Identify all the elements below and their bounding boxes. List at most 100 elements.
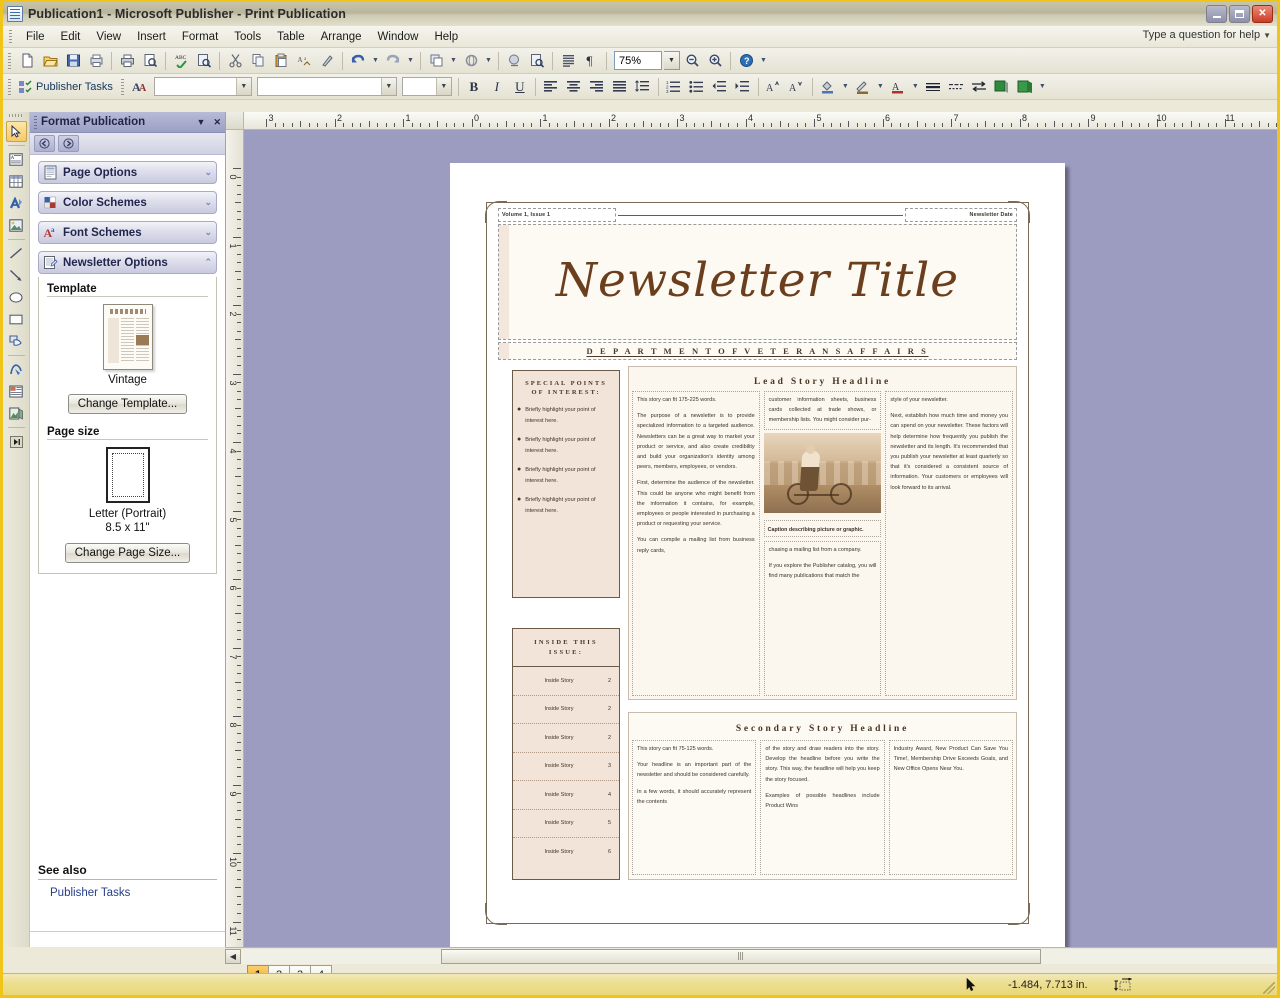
insert-dropdown-icon[interactable]: ▼: [448, 50, 459, 72]
justify-icon[interactable]: [609, 76, 631, 98]
zoom-input[interactable]: 75%: [614, 51, 662, 70]
autoshapes-icon[interactable]: [6, 331, 27, 352]
change-page-size-button[interactable]: Change Page Size...: [64, 543, 191, 563]
menu-format[interactable]: Format: [174, 28, 226, 46]
3d-style-icon[interactable]: [1014, 76, 1036, 98]
toolbar-grip[interactable]: [8, 78, 11, 95]
chevron-up-icon[interactable]: ⌃: [204, 257, 212, 268]
section-font-schemes[interactable]: Aa Font Schemes ⌄: [38, 221, 217, 244]
design-checker-icon[interactable]: [503, 50, 525, 72]
menu-arrange[interactable]: Arrange: [313, 28, 370, 46]
menu-tools[interactable]: Tools: [226, 28, 269, 46]
zoom-dropdown-icon[interactable]: ▼: [664, 51, 680, 70]
special-paste-icon[interactable]: Aa: [293, 50, 315, 72]
ask-a-question-box[interactable]: Type a question for help ▼: [1143, 29, 1271, 41]
picture-frame-icon[interactable]: [6, 215, 27, 236]
shrink-font-icon[interactable]: A: [786, 76, 808, 98]
forward-icon[interactable]: [58, 135, 79, 152]
publisher-tasks-button[interactable]: Publisher Tasks: [16, 76, 119, 98]
format-painter-icon[interactable]: [316, 50, 338, 72]
arrow-icon[interactable]: [6, 265, 27, 286]
toolbar-options-icon[interactable]: ▼: [758, 50, 769, 72]
numbered-list-icon[interactable]: 123: [663, 76, 685, 98]
section-page-options[interactable]: Page Options ⌄: [38, 161, 217, 184]
scroll-left-icon[interactable]: ◀: [225, 948, 241, 964]
chevron-down-icon[interactable]: ▼: [193, 117, 210, 127]
maximize-button[interactable]: [1229, 5, 1250, 23]
design-gallery-icon[interactable]: [6, 403, 27, 424]
menu-insert[interactable]: Insert: [129, 28, 174, 46]
paragraph-marks-icon[interactable]: ¶: [580, 50, 602, 72]
task-pane-grip[interactable]: [34, 115, 37, 129]
align-center-icon[interactable]: [563, 76, 585, 98]
photo-caption-box[interactable]: Caption describing picture or graphic.: [763, 519, 882, 537]
line-color-dropdown-icon[interactable]: ▼: [875, 76, 886, 98]
hyperlink-dropdown-icon[interactable]: ▼: [483, 50, 494, 72]
new-icon[interactable]: [16, 50, 38, 72]
preview-icon[interactable]: [139, 50, 161, 72]
lead-story-column-1[interactable]: This story can fit 175-225 words. The pu…: [632, 391, 760, 696]
document-canvas[interactable]: Volume 1, Issue 1 Newsletter Date Newsle…: [244, 130, 1277, 947]
arrow-style-icon[interactable]: [968, 76, 990, 98]
redo-icon[interactable]: [382, 50, 404, 72]
fill-color-dropdown-icon[interactable]: ▼: [840, 76, 851, 98]
template-thumbnail-icon[interactable]: [102, 304, 153, 370]
research-icon[interactable]: [193, 50, 215, 72]
decrease-indent-icon[interactable]: [709, 76, 731, 98]
redo-dropdown-icon[interactable]: ▼: [405, 50, 416, 72]
see-also-link-publisher-tasks[interactable]: Publisher Tasks: [38, 880, 217, 899]
zoom-out-icon[interactable]: [681, 50, 703, 72]
align-right-icon[interactable]: [586, 76, 608, 98]
line-style-icon[interactable]: [922, 76, 944, 98]
bulleted-list-icon[interactable]: [686, 76, 708, 98]
style-combo[interactable]: ▼: [153, 77, 252, 96]
font-color-icon[interactable]: A: [887, 76, 909, 98]
close-icon[interactable]: ✕: [209, 117, 225, 128]
font-combo[interactable]: ▼: [256, 77, 397, 96]
secondary-story-box[interactable]: Secondary Story Headline This story can …: [628, 712, 1017, 880]
lead-story-col2-bottom-textbox[interactable]: chasing a mailing list from a company. I…: [763, 540, 882, 696]
horizontal-ruler-strip[interactable]: 3 2 1 0 1 2 3 4 5 6 7 8 9 10 11: [244, 112, 1277, 129]
underline-icon[interactable]: U: [509, 76, 531, 98]
scroll-thumb[interactable]: [441, 948, 1041, 964]
newsletter-title-box[interactable]: Newsletter Title: [498, 224, 1017, 340]
publication-page[interactable]: Volume 1, Issue 1 Newsletter Date Newsle…: [450, 163, 1065, 947]
find-icon[interactable]: [526, 50, 548, 72]
help-icon[interactable]: ?: [735, 50, 757, 72]
more-buttons-icon[interactable]: [6, 431, 27, 452]
font-size-combo[interactable]: ▼: [401, 77, 452, 96]
italic-icon[interactable]: I: [486, 76, 508, 98]
toolbar-options-icon[interactable]: ▼: [1037, 76, 1048, 98]
print-preview-icon[interactable]: [85, 50, 107, 72]
line-spacing-icon[interactable]: [632, 76, 654, 98]
scroll-track[interactable]: [241, 948, 1277, 964]
inside-this-issue-box[interactable]: INSIDE THIS ISSUE: Inside Story 2 Inside…: [512, 628, 620, 880]
insert-table-icon[interactable]: [6, 171, 27, 192]
department-box[interactable]: D E P A R T M E N T O F V E T E R A N S …: [498, 342, 1017, 360]
chevron-down-icon[interactable]: ⌄: [204, 197, 212, 208]
fill-color-icon[interactable]: [817, 76, 839, 98]
sepia-bicycle-photo[interactable]: [763, 432, 882, 513]
paste-icon[interactable]: [270, 50, 292, 72]
secondary-story-column-3[interactable]: Industry Award, New Product Can Save You…: [888, 740, 1013, 875]
dash-style-icon[interactable]: [945, 76, 967, 98]
menu-grip[interactable]: [9, 29, 12, 44]
increase-indent-icon[interactable]: [732, 76, 754, 98]
chevron-down-icon[interactable]: ▼: [435, 78, 451, 95]
horizontal-scrollbar[interactable]: ◀: [225, 947, 1277, 964]
align-left-icon[interactable]: [540, 76, 562, 98]
insert-icon[interactable]: [425, 50, 447, 72]
vertical-ruler[interactable]: 0 1 2 3 4 5 6 7 8 9 10 11: [226, 130, 244, 947]
save-icon[interactable]: [62, 50, 84, 72]
lead-story-box[interactable]: Lead Story Headline This story can fit 1…: [628, 366, 1017, 700]
text-box-icon[interactable]: A: [6, 149, 27, 170]
undo-icon[interactable]: [347, 50, 369, 72]
open-icon[interactable]: [39, 50, 61, 72]
print-icon[interactable]: [116, 50, 138, 72]
resize-grip[interactable]: [1263, 982, 1275, 994]
cut-icon[interactable]: [224, 50, 246, 72]
line-color-icon[interactable]: [852, 76, 874, 98]
chevron-down-icon[interactable]: ⌄: [204, 167, 212, 178]
close-button[interactable]: ✕: [1252, 5, 1273, 23]
font-color-dropdown-icon[interactable]: ▼: [910, 76, 921, 98]
